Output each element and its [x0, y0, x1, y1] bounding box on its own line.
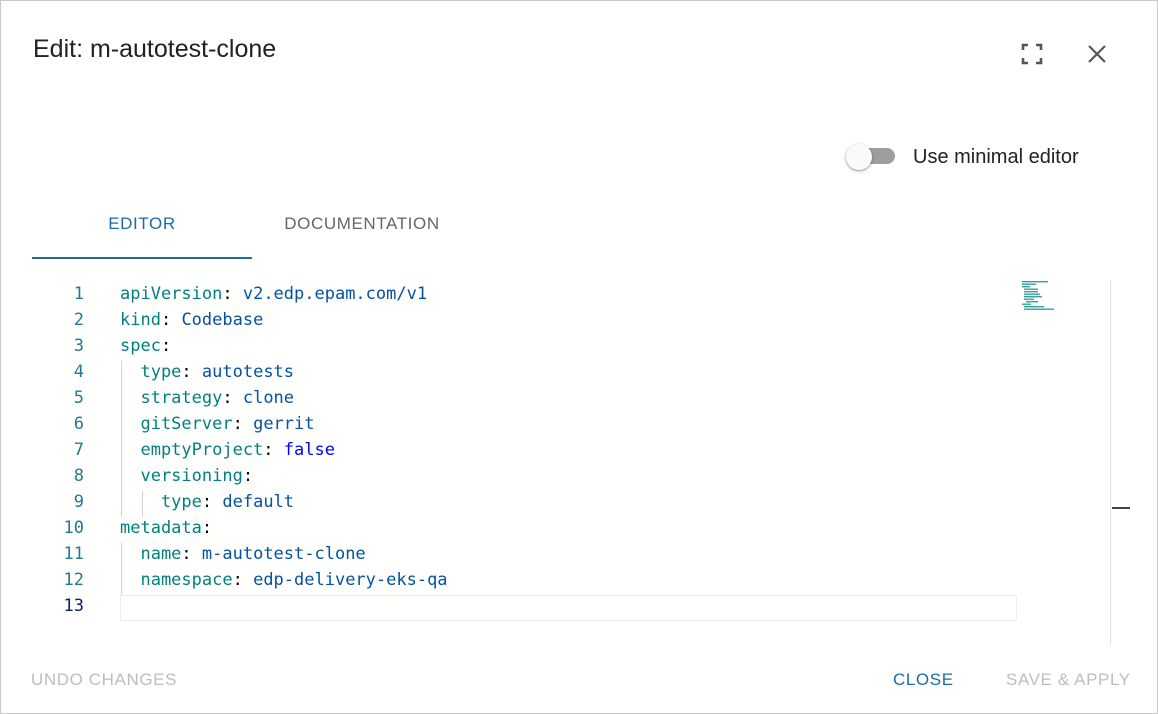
yaml-colon: :	[181, 362, 192, 382]
code-text: gitServer: gerrit	[120, 411, 315, 437]
line-number: 11	[63, 544, 84, 564]
save-apply-button[interactable]: SAVE & APPLY	[1006, 665, 1131, 695]
tab-bar: EDITOR DOCUMENTATION	[32, 191, 472, 259]
undo-changes-button[interactable]: UNDO CHANGES	[31, 665, 177, 695]
fullscreen-icon	[1021, 43, 1043, 65]
yaml-key: name	[120, 544, 182, 564]
line-number: 13	[63, 596, 84, 616]
yaml-colon: :	[160, 310, 172, 330]
yaml-colon: :	[201, 518, 213, 538]
yaml-value: false	[273, 440, 335, 460]
line-number: 3	[73, 336, 84, 356]
code-text: type: autotests	[120, 359, 294, 385]
yaml-key: namespace	[120, 570, 233, 590]
close-dialog-button[interactable]	[1081, 38, 1113, 70]
code-line: 7 emptyProject: false	[32, 437, 1032, 463]
code-text: apiVersion: v2.edp.epam.com/v1	[120, 281, 427, 307]
edit-dialog: Edit: m-autotest-clone Use minimal edito…	[0, 0, 1158, 714]
code-text: strategy: clone	[120, 385, 294, 411]
yaml-key: gitServer	[120, 414, 233, 434]
code-line: 11 name: m-autotest-clone	[32, 541, 1032, 567]
line-number: 8	[73, 466, 84, 486]
line-number: 7	[73, 440, 84, 460]
code-line: 1 apiVersion: v2.edp.epam.com/v1	[32, 281, 1032, 307]
yaml-key: apiVersion	[120, 284, 223, 304]
line-number: 9	[73, 492, 84, 512]
editor-scrollbar[interactable]	[1110, 281, 1131, 645]
code-line: 12 namespace: edp-delivery-eks-qa	[32, 567, 1032, 593]
close-button[interactable]: CLOSE	[893, 665, 954, 695]
code-line: 2 kind: Codebase	[32, 307, 1032, 333]
yaml-key: spec	[120, 336, 161, 356]
yaml-colon: :	[232, 570, 243, 590]
yaml-key: type	[120, 362, 182, 382]
code-line: 3 spec:	[32, 333, 1032, 359]
line-number: 2	[73, 310, 84, 330]
yaml-colon: :	[232, 414, 243, 434]
minimal-editor-toggle-row: Use minimal editor	[843, 141, 1079, 173]
yaml-key: kind	[120, 310, 161, 330]
yaml-value: m-autotest-clone	[191, 544, 366, 564]
code-line: 5 strategy: clone	[32, 385, 1032, 411]
yaml-key: type	[120, 492, 202, 512]
yaml-colon: :	[242, 466, 254, 486]
yaml-key: metadata	[120, 518, 202, 538]
tab-editor[interactable]: EDITOR	[32, 191, 252, 259]
code-text: emptyProject: false	[120, 437, 335, 463]
yaml-colon: :	[201, 492, 213, 512]
switch-thumb	[846, 144, 872, 170]
code-text: name: m-autotest-clone	[120, 541, 366, 567]
code-line: 10 metadata:	[32, 515, 1032, 541]
yaml-value: default	[212, 492, 295, 512]
yaml-colon: :	[222, 388, 233, 408]
yaml-value: gerrit	[242, 414, 315, 434]
minimal-editor-label: Use minimal editor	[913, 145, 1079, 168]
code-text: versioning:	[120, 463, 253, 489]
tab-documentation[interactable]: DOCUMENTATION	[252, 191, 472, 257]
line-number: 1	[73, 284, 84, 304]
line-number: 12	[63, 570, 84, 590]
line-number: 6	[73, 414, 84, 434]
scrollbar-cursor-marker	[1112, 507, 1130, 509]
close-icon	[1088, 45, 1106, 63]
code-text: spec:	[120, 333, 171, 359]
code-text: kind: Codebase	[120, 307, 263, 333]
yaml-value: Codebase	[171, 310, 264, 330]
code-line: 4 type: autotests	[32, 359, 1032, 385]
dialog-title: Edit: m-autotest-clone	[33, 35, 277, 63]
yaml-value: autotests	[191, 362, 295, 382]
yaml-value: v2.edp.epam.com/v1	[232, 284, 428, 304]
code-text: namespace: edp-delivery-eks-qa	[120, 567, 448, 593]
code-line: 6 gitServer: gerrit	[32, 411, 1032, 437]
yaml-value: edp-delivery-eks-qa	[242, 570, 448, 590]
yaml-colon: :	[160, 336, 172, 356]
yaml-value: clone	[232, 388, 295, 408]
code-line: 9 type: default	[32, 489, 1032, 515]
yaml-key: emptyProject	[120, 440, 264, 460]
code-editor[interactable]: 1 apiVersion: v2.edp.epam.com/v1 2 kind: Co…	[32, 281, 1131, 645]
minimal-editor-switch[interactable]	[843, 141, 897, 173]
code-text: metadata:	[120, 515, 212, 541]
line-number: 5	[73, 388, 84, 408]
yaml-colon: :	[263, 440, 274, 460]
yaml-key: versioning	[120, 466, 243, 486]
fullscreen-button[interactable]	[1016, 38, 1048, 70]
yaml-colon: :	[181, 544, 192, 564]
line-number: 10	[63, 518, 84, 538]
yaml-key: strategy	[120, 388, 223, 408]
line-number: 4	[73, 362, 84, 382]
code-line: 13	[32, 593, 1032, 619]
yaml-colon: :	[222, 284, 233, 304]
code-line: 8 versioning:	[32, 463, 1032, 489]
code-text: type: default	[120, 489, 294, 515]
